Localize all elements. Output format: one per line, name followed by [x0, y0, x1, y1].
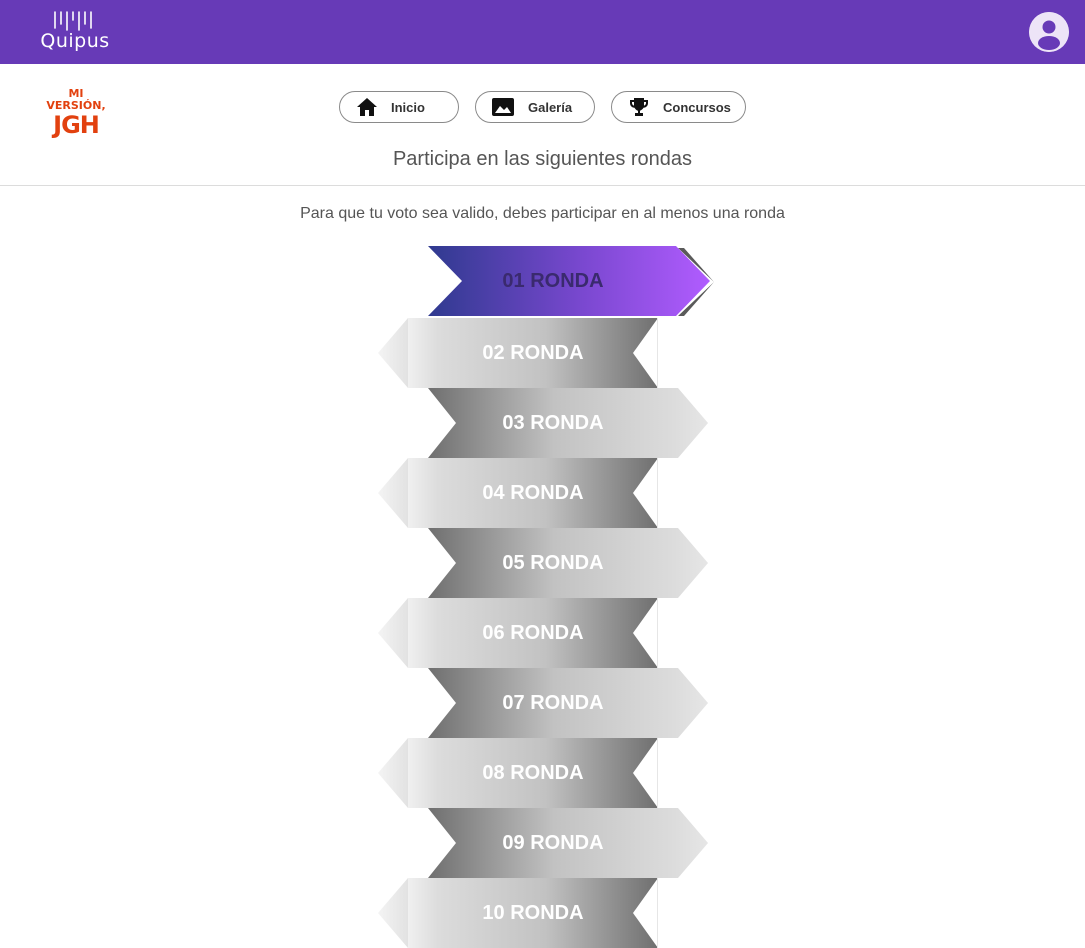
round-label-08: 08 RONDA — [482, 762, 584, 784]
quipus-logo[interactable]: Quipus — [40, 10, 110, 54]
nav-button-galeria[interactable]: Galería — [475, 91, 595, 123]
nav-button-concursos[interactable]: Concursos — [611, 91, 746, 123]
round-label-09: 09 RONDA — [502, 832, 604, 854]
round-label-02: 02 RONDA — [482, 342, 584, 364]
rounds-instruction: Para que tu voto sea valido, debes parti… — [300, 205, 785, 222]
round-item-08[interactable]: 08 RONDA — [378, 738, 658, 808]
round-label-05: 05 RONDA — [502, 552, 604, 574]
account-circle-icon[interactable] — [1029, 12, 1069, 52]
round-item-03[interactable]: 03 RONDA — [428, 388, 714, 458]
round-item-01[interactable]: 01 RONDA — [428, 246, 714, 316]
trophy-icon — [629, 98, 649, 116]
rounds-list: 01 RONDA 02 RONDA 03 RONDA 04 RONDA 05 R… — [0, 246, 1085, 948]
round-label-07: 07 RONDA — [502, 692, 604, 714]
brand-logo-line3: JGH — [53, 111, 100, 139]
round-item-10[interactable]: 10 RONDA — [378, 878, 658, 948]
page-header: MI VERSIÓN, JGH Inicio Galería Concursos… — [0, 64, 1085, 186]
nav-label-galeria: Galería — [528, 99, 573, 115]
round-label-04: 04 RONDA — [482, 482, 584, 504]
nav-label-concursos: Concursos — [663, 99, 731, 115]
quipus-strings-icon — [54, 11, 92, 31]
round-item-05[interactable]: 05 RONDA — [428, 528, 714, 598]
round-label-06: 06 RONDA — [482, 622, 584, 644]
round-label-10: 10 RONDA — [482, 902, 584, 924]
round-item-02[interactable]: 02 RONDA — [378, 318, 658, 388]
quipus-wordmark: Quipus — [40, 30, 110, 52]
image-icon — [492, 98, 514, 116]
mi-version-jgh-logo[interactable]: MI VERSIÓN, JGH — [46, 88, 106, 140]
round-item-06[interactable]: 06 RONDA — [378, 598, 658, 668]
home-icon — [357, 98, 377, 116]
round-label-01: 01 RONDA — [502, 270, 604, 292]
nav-label-inicio: Inicio — [391, 99, 425, 115]
main-nav: Inicio Galería Concursos — [339, 91, 746, 125]
round-label-03: 03 RONDA — [502, 412, 604, 434]
top-app-bar: Quipus — [0, 0, 1085, 64]
nav-button-inicio[interactable]: Inicio — [339, 91, 459, 123]
round-item-09[interactable]: 09 RONDA — [428, 808, 714, 878]
page-title: Participa en las siguientes rondas — [392, 148, 693, 170]
round-item-04[interactable]: 04 RONDA — [378, 458, 658, 528]
round-item-07[interactable]: 07 RONDA — [428, 668, 714, 738]
